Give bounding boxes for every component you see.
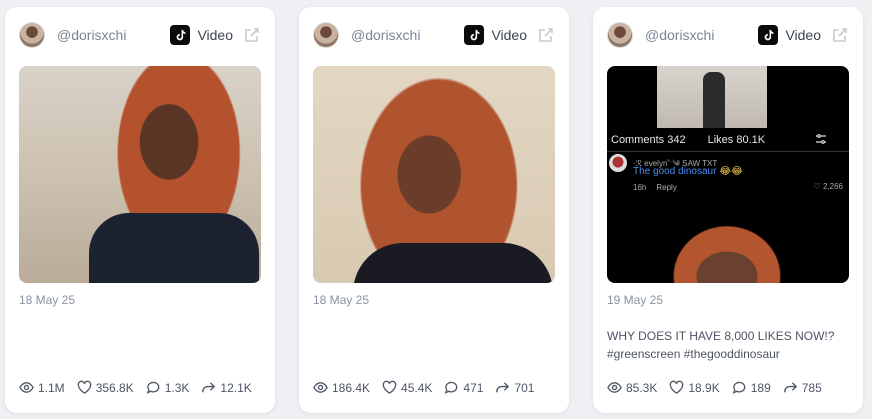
tiktok-icon: [170, 25, 191, 45]
eye-icon: [19, 382, 34, 393]
comments-count: 1.3K: [164, 380, 190, 395]
views-count: 1.1M: [38, 380, 65, 395]
comment-icon: [445, 381, 458, 394]
post-date: 19 May 25: [607, 293, 664, 307]
video-thumbnail[interactable]: Comments 342 Likes 80.1K ·ℛ evelyn˚ˑ༄ SA…: [607, 66, 849, 283]
comment-age: 16h: [633, 183, 647, 192]
comments-bar: Comments 342 Likes 80.1K: [607, 128, 849, 152]
card-header: @dorisxchi Video: [607, 21, 849, 49]
comment-icon: [732, 381, 746, 394]
share-icon: [202, 382, 216, 393]
post-caption: WHY DOES IT HAVE 8,000 LIKES NOW!? #gree…: [607, 329, 835, 361]
tiktok-icon: [464, 25, 485, 45]
comments-stat: 471: [444, 380, 483, 395]
views-count: 85.3K: [626, 380, 658, 395]
likes-count: 45.4K: [401, 380, 433, 395]
stats-row: 186.4K 45.4K 471 701: [313, 380, 534, 395]
author-handle[interactable]: @dorisxchi: [351, 27, 464, 43]
tiktok-icon: [758, 25, 779, 45]
author-handle[interactable]: @dorisxchi: [645, 27, 758, 43]
heart-icon: [77, 380, 91, 394]
post-type-label: Video: [491, 27, 527, 43]
avatar[interactable]: [607, 22, 633, 48]
green-screen-image: [657, 66, 767, 128]
video-thumbnail[interactable]: [19, 66, 261, 283]
comments-count: 189: [750, 380, 771, 395]
views-stat: 1.1M: [19, 380, 65, 395]
comment-overlay: ·ℛ evelyn˚ˑ༄ SAW TXT The good dinosaur 😂😂…: [607, 152, 849, 202]
post-date: 18 May 25: [313, 293, 370, 307]
likes-count: 356.8K: [95, 380, 134, 395]
filter-icon: [815, 133, 827, 145]
stats-row: 85.3K 18.9K 189 785: [607, 380, 822, 395]
commenter-avatar: [609, 154, 627, 172]
card-header: @dorisxchi Video: [313, 21, 555, 49]
comment-likes-count: 2,266: [822, 182, 843, 191]
likes-stat: 45.4K: [382, 380, 432, 395]
shares-count: 785: [801, 380, 822, 395]
comment-text: The good dinosaur 😂😂: [633, 166, 743, 177]
author-handle[interactable]: @dorisxchi: [57, 27, 170, 43]
comment-meta: 16h Reply: [633, 183, 677, 192]
video-thumbnail[interactable]: [313, 66, 555, 283]
eye-icon: [313, 382, 328, 393]
external-link-icon[interactable]: [243, 26, 261, 44]
creator-face: [652, 204, 802, 283]
comment-emoji: 😂😂: [719, 166, 743, 177]
shares-stat: 12.1K: [201, 380, 252, 395]
post-card[interactable]: @dorisxchi Video 18 May 25 186.4K 45.4K …: [299, 7, 569, 413]
views-stat: 186.4K: [313, 380, 370, 395]
heart-icon: [382, 380, 397, 394]
likes-stat: 356.8K: [77, 380, 134, 395]
comments-count: 471: [463, 380, 484, 395]
external-link-icon[interactable]: [831, 26, 849, 44]
external-link-icon[interactable]: [537, 26, 555, 44]
stats-row: 1.1M 356.8K 1.3K 12.1K: [19, 380, 252, 395]
views-stat: 85.3K: [607, 380, 657, 395]
eye-icon: [607, 382, 622, 393]
shares-count: 12.1K: [220, 380, 252, 395]
share-icon: [496, 382, 510, 393]
likes-stat: 18.9K: [669, 380, 720, 395]
comments-stat: 189: [732, 380, 771, 395]
comment-reply: Reply: [656, 183, 677, 192]
comments-tab-label: Comments 342: [611, 133, 686, 146]
views-count: 186.4K: [332, 380, 371, 395]
likes-count: 18.9K: [688, 380, 720, 395]
heart-icon: [670, 380, 684, 394]
comments-stat: 1.3K: [146, 380, 190, 395]
post-card[interactable]: @dorisxchi Video 18 May 25 1.1M 356.8K 1…: [5, 7, 275, 413]
shares-stat: 785: [783, 380, 822, 395]
card-header: @dorisxchi Video: [19, 21, 261, 49]
shares-stat: 701: [495, 380, 534, 395]
share-icon: [783, 382, 797, 393]
avatar[interactable]: [19, 22, 45, 48]
post-date: 18 May 25: [19, 293, 76, 307]
comment-icon: [146, 381, 160, 394]
comment-body: The good dinosaur: [633, 166, 717, 177]
post-type-label: Video: [197, 27, 233, 43]
post-type-label: Video: [785, 27, 821, 43]
comment-likes: ♡ 2,266: [813, 182, 843, 191]
likes-tab-label: Likes 80.1K: [707, 133, 766, 146]
post-card[interactable]: @dorisxchi Video Comments 342 Likes 80.1…: [593, 7, 863, 413]
avatar[interactable]: [313, 22, 339, 48]
shares-count: 701: [514, 380, 535, 395]
